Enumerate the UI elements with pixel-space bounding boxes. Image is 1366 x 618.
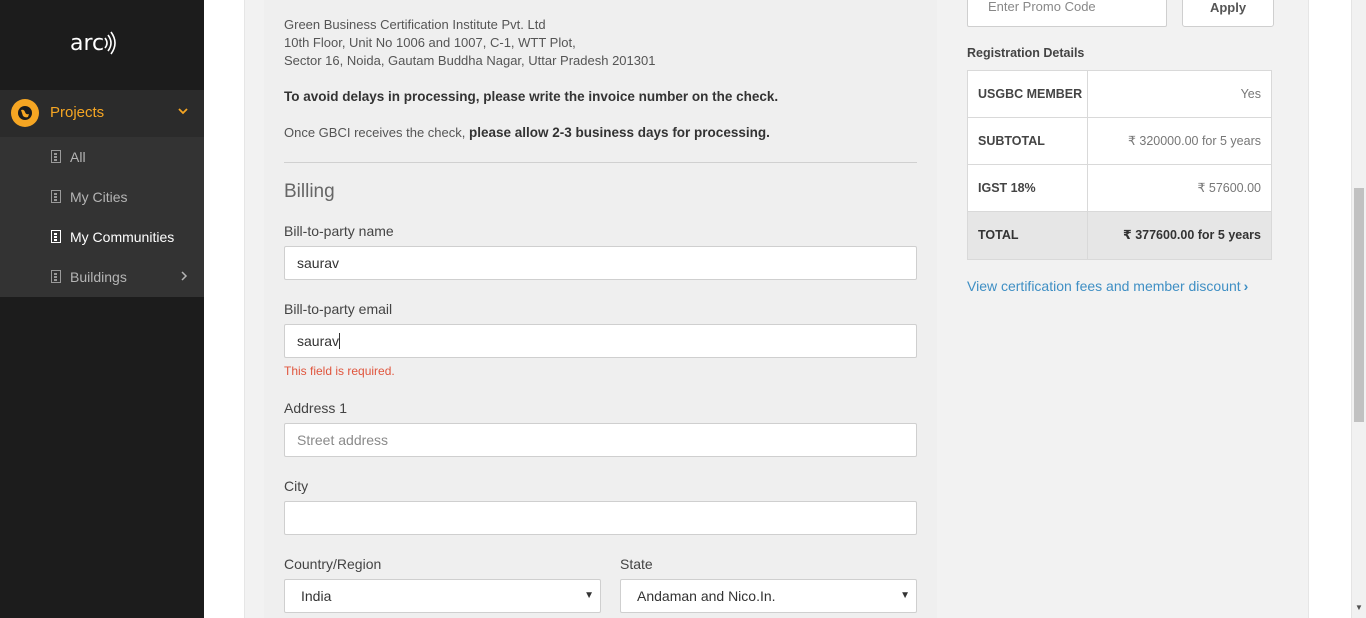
nav-projects-label: Projects	[50, 104, 105, 121]
chevron-right-icon: ›	[1243, 278, 1249, 294]
sidebar-item-buildings[interactable]: Buildings	[0, 257, 204, 297]
vertical-scrollbar[interactable]: ▼	[1351, 0, 1366, 618]
dropdown-arrow-icon: ▼	[900, 590, 910, 601]
sidebar-item-my-cities[interactable]: My Cities	[0, 177, 204, 217]
building-icon	[51, 270, 61, 283]
signal-waves-icon	[104, 31, 116, 55]
text-caret	[339, 333, 341, 349]
view-fees-link-text: View certification fees and member disco…	[967, 278, 1241, 294]
table-row: USGBC MEMBER Yes	[968, 71, 1271, 118]
registration-details-title: Registration Details	[967, 46, 1085, 60]
email-value: saurav	[297, 333, 340, 349]
building-icon	[51, 190, 61, 203]
scroll-down-arrow-icon[interactable]: ▼	[1355, 603, 1363, 612]
row-value: ₹ 320000.00 for 5 years	[1127, 134, 1261, 148]
receipt-note: Once GBCI receives the check, please all…	[284, 125, 770, 140]
row-key: SUBTOTAL	[968, 118, 1088, 165]
country-select[interactable]: India ▼	[284, 579, 601, 613]
registration-details-table: USGBC MEMBER Yes SUBTOTAL ₹ 320000.00 fo…	[967, 70, 1272, 260]
row-value: Yes	[1240, 87, 1261, 101]
divider	[284, 162, 917, 163]
building-icon	[51, 230, 61, 243]
state-value: Andaman and Nico.In.	[637, 588, 776, 604]
sidebar-item-label: Buildings	[70, 269, 127, 285]
address-line-3: Sector 16, Noida, Gautam Buddha Nagar, U…	[284, 53, 656, 68]
country-label: Country/Region	[284, 556, 382, 572]
sidebar-item-label: My Communities	[70, 229, 175, 245]
receipt-note-text: Once GBCI receives the check,	[284, 125, 469, 140]
promo-code-input[interactable]: Enter Promo Code	[967, 0, 1167, 27]
country-value: India	[301, 588, 332, 604]
row-value: ₹ 377600.00 for 5 years	[1123, 228, 1261, 242]
bill-to-name-input[interactable]: saurav	[284, 246, 917, 280]
sidebar: arc Projects All My Cities My Communitie…	[0, 0, 204, 618]
table-row: IGST 18% ₹ 57600.00	[968, 165, 1271, 212]
nav-projects[interactable]: Projects	[0, 90, 204, 137]
state-select[interactable]: Andaman and Nico.In. ▼	[620, 579, 917, 613]
row-value: ₹ 57600.00	[1197, 181, 1261, 195]
email-label: Bill-to-party email	[284, 301, 393, 317]
apply-button[interactable]: Apply	[1182, 0, 1274, 27]
bill-to-email-input[interactable]: saurav	[284, 324, 917, 358]
scrollbar-thumb[interactable]	[1354, 188, 1364, 422]
receipt-note-bold: please allow 2-3 business days for proce…	[468, 125, 770, 140]
chevron-right-icon	[181, 271, 188, 281]
invoice-note: To avoid delays in processing, please wr…	[284, 89, 779, 104]
globe-icon	[11, 99, 39, 127]
address-label: Address 1	[284, 400, 348, 416]
arc-logo[interactable]: arc	[70, 30, 117, 56]
state-label: State	[620, 556, 653, 572]
sidebar-item-all[interactable]: All	[0, 137, 204, 177]
view-fees-link[interactable]: View certification fees and member disco…	[967, 278, 1248, 294]
email-error: This field is required.	[284, 364, 395, 378]
chevron-down-icon	[178, 108, 188, 115]
billing-title: Billing	[284, 181, 335, 202]
row-key: TOTAL	[968, 212, 1088, 259]
address-line-2: 10th Floor, Unit No 1006 and 1007, C-1, …	[284, 35, 576, 50]
dropdown-arrow-icon: ▼	[584, 590, 594, 601]
sidebar-item-my-communities[interactable]: My Communities	[0, 217, 204, 257]
city-input[interactable]	[284, 501, 917, 535]
row-key: USGBC MEMBER	[968, 71, 1088, 118]
building-icon	[51, 150, 61, 163]
table-row-total: TOTAL ₹ 377600.00 for 5 years	[968, 212, 1271, 259]
address-input[interactable]: Street address	[284, 423, 917, 457]
projects-subnav: All My Cities My Communities Buildings	[0, 137, 204, 297]
name-label: Bill-to-party name	[284, 223, 394, 239]
city-label: City	[284, 478, 309, 494]
logo-text: arc	[70, 31, 105, 56]
row-key: IGST 18%	[968, 165, 1088, 212]
address-line-1: Green Business Certification Institute P…	[284, 17, 546, 32]
table-row: SUBTOTAL ₹ 320000.00 for 5 years	[968, 118, 1271, 165]
sidebar-item-label: My Cities	[70, 189, 128, 205]
sidebar-item-label: All	[70, 149, 86, 165]
